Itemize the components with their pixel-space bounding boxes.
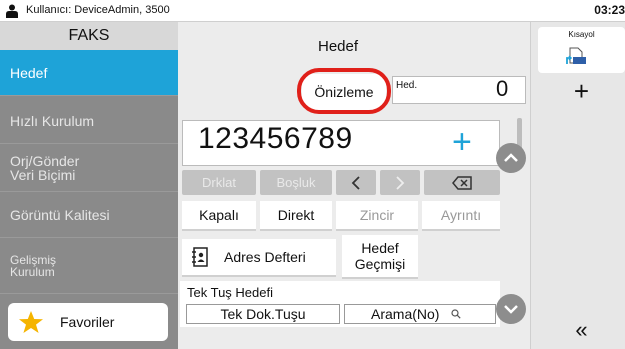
option-chain[interactable]: Zincir [336,201,418,231]
address-book-button[interactable]: Adres Defteri [182,239,336,277]
page-title: Hedef [317,38,359,55]
clock: 03:23 [594,3,625,17]
address-book-label: Adres Defteri [224,249,306,265]
destination-count-value: 0 [496,76,509,101]
address-book-icon [192,247,208,267]
add-destination-button[interactable]: + [452,122,472,162]
chevron-left-icon [351,175,360,190]
search-number-button[interactable]: Arama(No) [344,304,496,324]
user-icon [6,4,18,18]
pause-key[interactable]: Drklat [182,170,256,195]
history-label-line2: Geçmişi [354,256,406,272]
nav-item-label: Gelişmiş Kurulum [10,252,57,279]
one-touch-title: Tek Tuş Hedefi [187,285,273,300]
option-details[interactable]: Ayrıntı [422,201,500,231]
cursor-left-key[interactable] [336,170,376,195]
one-touch-key-button[interactable]: Tek Dok.Tuşu [186,304,340,324]
fax-number-value: 123456789 [198,122,353,155]
user-info: Kullanıcı: DeviceAdmin, 3500 [26,4,170,16]
destination-count-label: Hed. [396,80,418,91]
favorites-button[interactable]: Favoriler [8,303,168,341]
nav-item-label: Hedef [10,64,48,81]
nav-item-advanced-setup[interactable]: Gelişmiş Kurulum [0,238,178,294]
nav-item-quick-setup[interactable]: Hızlı Kurulum [0,98,178,144]
chevron-up-icon [504,153,518,162]
function-title: FAKS [0,22,178,50]
backspace-icon [452,175,472,190]
nav-item-label: Hızlı Kurulum [10,112,95,129]
favorites-label: Favoriler [60,314,115,330]
scroll-down-button[interactable] [496,294,526,324]
nav-item-image-quality[interactable]: Görüntü Kalitesi [0,192,178,238]
cursor-right-key[interactable] [380,170,420,195]
chevron-down-icon [504,305,518,314]
scroll-up-button[interactable] [496,143,526,173]
highlight-ring [297,68,391,114]
option-direct[interactable]: Direkt [260,201,332,231]
space-key[interactable]: Boşluk [260,170,332,195]
collapse-panel-button[interactable]: « [538,318,625,342]
add-shortcut-button[interactable]: + [538,76,625,106]
destination-history-button[interactable]: Hedef Geçmişi [342,235,418,279]
search-icon [451,309,462,319]
nav-item-original-send-format[interactable]: Orj/Gönder Veri Biçimi [0,144,178,192]
shortcut-file-icon [566,47,586,64]
search-number-label: Arama(No) [371,306,440,322]
history-label-line1: Hedef [361,240,399,256]
backspace-key[interactable] [424,170,500,195]
option-off[interactable]: Kapalı [182,201,256,231]
chevron-right-icon [396,175,405,190]
shortcut-title: Kısayol [568,30,595,39]
star-icon [19,311,43,333]
nav-item-destination[interactable]: Hedef [0,50,178,96]
nav-item-label: Orj/Gönder Veri Biçimi [10,152,80,183]
nav-item-label: Görüntü Kalitesi [10,206,110,223]
